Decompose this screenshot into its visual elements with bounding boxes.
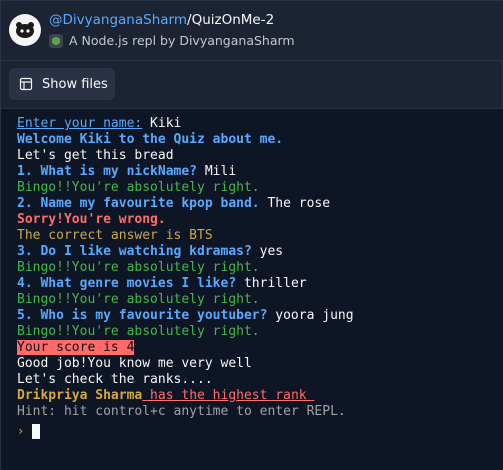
quiz-question: 5. Who is my favourite youtuber?	[17, 308, 268, 323]
user-answer: thriller	[236, 276, 307, 291]
console-line: Let's check the ranks....	[17, 372, 213, 387]
console-line: Sorry!You're wrong.	[17, 212, 166, 227]
repl-header: @DivyanganaSharm/QuizOnMe-2 A Node.js re…	[1, 1, 503, 61]
console-output[interactable]: Enter your name: Kiki Welcome Kiki to th…	[1, 109, 503, 470]
avatar[interactable]	[9, 14, 41, 46]
quiz-question: 1. What is my nickName?	[17, 164, 198, 179]
console-line: 4. What genre movies I like? thriller	[17, 276, 503, 292]
top-rank-text: has the highest rank	[142, 388, 315, 403]
repl-subtitle: A Node.js repl by DivyanganaSharm	[69, 33, 295, 48]
console-line: 2. Name my favourite kpop band. The rose	[17, 196, 503, 212]
console-line: Your score is 4	[17, 340, 503, 356]
console-line: Enter your name: Kiki	[17, 116, 503, 132]
console-line: Bingo!!You're absolutely right.	[17, 324, 260, 339]
console-line: Drikpriya Sharma has the highest rank	[17, 388, 503, 404]
console-line: Welcome Kiki to the Quiz about me.	[17, 132, 284, 147]
owner-link[interactable]: @DivyanganaSharm	[49, 12, 187, 28]
console-line: 3. Do I like watching kdramas? yes	[17, 244, 503, 260]
console-line: Bingo!!You're absolutely right.	[17, 292, 260, 307]
score-text: Your score is 4	[17, 340, 135, 355]
quiz-question: 3. Do I like watching kdramas?	[17, 244, 252, 259]
user-answer: Mili	[197, 164, 237, 179]
user-avatar-icon	[16, 22, 34, 38]
console-input-row[interactable]: ›	[17, 422, 503, 440]
quiz-question: 2. Name my favourite kpop band.	[17, 196, 260, 211]
name-prompt: Enter your name:	[17, 116, 143, 131]
text-cursor	[32, 423, 41, 439]
prompt-chevron-icon: ›	[17, 424, 25, 438]
console-line: The correct answer is BTS	[17, 228, 213, 243]
show-files-button[interactable]: Show files	[9, 68, 115, 100]
nodejs-icon	[49, 34, 63, 48]
quiz-question: 4. What genre movies I like?	[17, 276, 237, 291]
repl-hint: Hint: hit control+c anytime to enter REP…	[17, 404, 346, 419]
repl-window: @DivyanganaSharm/QuizOnMe-2 A Node.js re…	[0, 0, 503, 470]
console-line: Bingo!!You're absolutely right.	[17, 260, 260, 275]
console-line: 5. Who is my favourite youtuber? yoora j…	[17, 308, 503, 324]
user-answer: Kiki	[142, 116, 182, 131]
show-files-label: Show files	[42, 76, 108, 92]
console-line: 1. What is my nickName? Mili	[17, 164, 503, 180]
files-icon	[19, 77, 33, 91]
user-answer: yoora jung	[267, 308, 354, 323]
user-answer: yes	[251, 244, 284, 259]
repl-name: QuizOnMe-2	[191, 12, 275, 28]
repl-title: @DivyanganaSharm/QuizOnMe-2	[49, 11, 274, 29]
repl-subtitle-row: A Node.js repl by DivyanganaSharm	[49, 33, 295, 49]
console-line: Good job!You know me very well	[17, 356, 252, 371]
console-line: Bingo!!You're absolutely right.	[17, 180, 260, 195]
console-line: Let's get this bread	[17, 148, 174, 163]
user-answer: The rose	[259, 196, 331, 211]
top-rank-name: Drikpriya Sharma	[17, 388, 143, 403]
